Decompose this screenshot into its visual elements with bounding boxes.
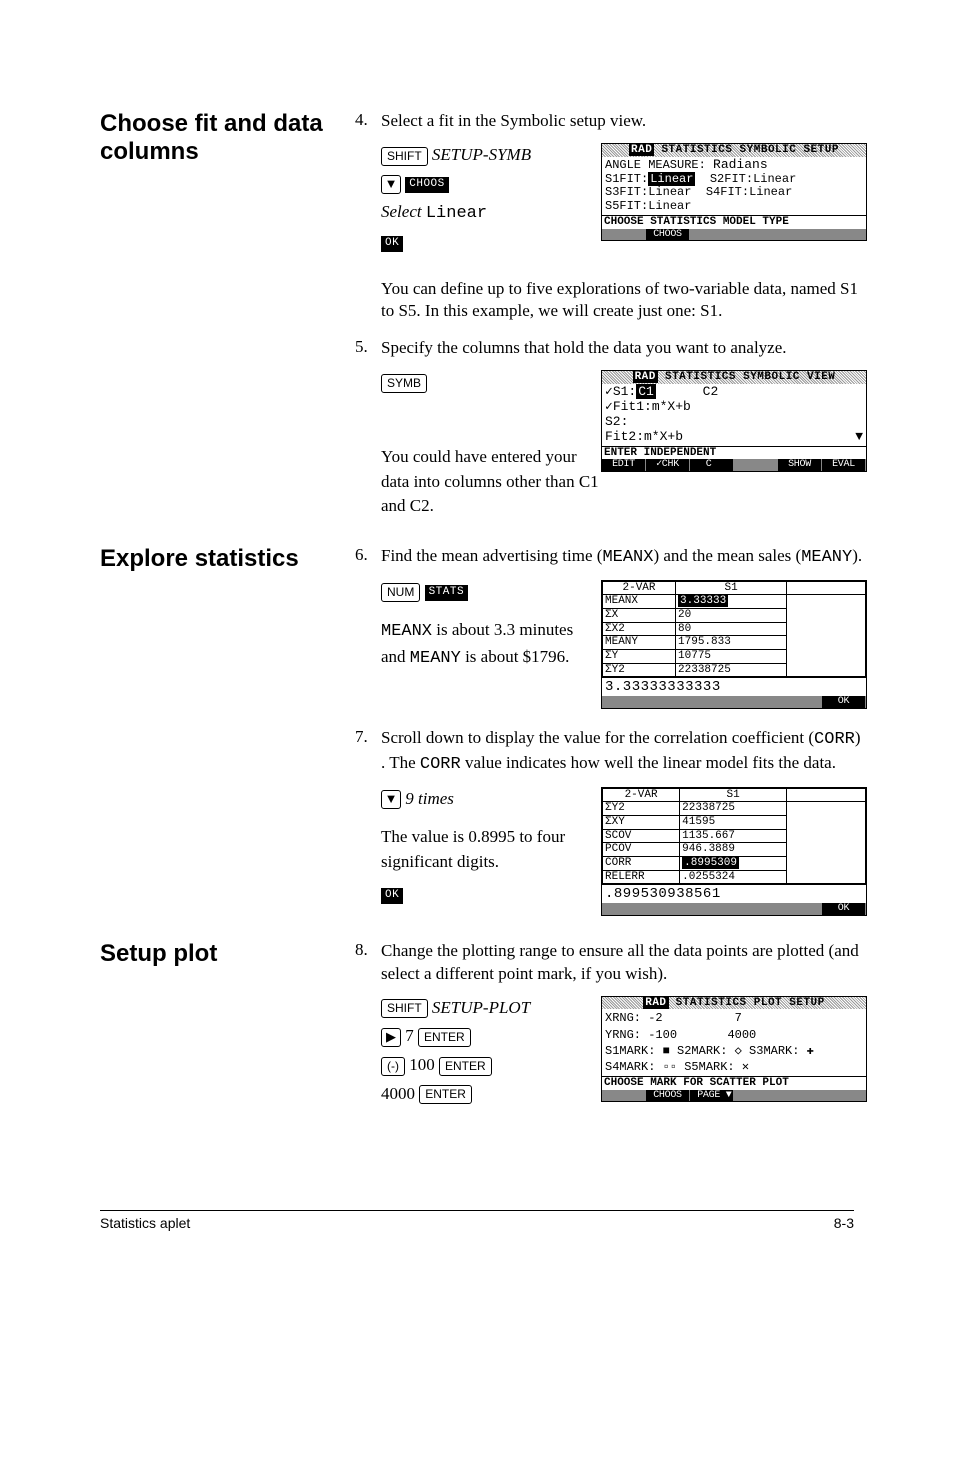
key-enter: ENTER <box>419 1085 472 1104</box>
key-neg: (-) <box>381 1057 405 1076</box>
cmd-setup-symb: SETUP-SYMB <box>432 145 531 164</box>
section-heading-setup: Setup plot <box>100 940 345 968</box>
digit-100: 100 <box>409 1055 435 1074</box>
screen-symbolic-view: RAD STATISTICS SYMBOLIC VIEW ✓S1:C1 C2 ✓… <box>601 370 867 472</box>
step-paragraph: The value is 0.8995 to four significant … <box>381 825 601 874</box>
select-label: Select <box>381 202 422 221</box>
softkey-choos: CHOOS <box>405 177 449 193</box>
key-shift: SHIFT <box>381 147 428 166</box>
screen-stats-1: 2-VARS1 MEANX3.33333 ΣX20 ΣX280 MEANY179… <box>601 580 867 709</box>
softkey-stats: STATS <box>425 585 469 601</box>
step-text: Scroll down to display the value for the… <box>381 727 867 777</box>
step-number: 8. <box>355 940 381 960</box>
key-num: NUM <box>381 583 420 602</box>
step-number: 7. <box>355 727 381 747</box>
footer-left: Statistics aplet <box>100 1215 190 1231</box>
key-enter: ENTER <box>418 1028 471 1047</box>
right-arrow-icon: ▶ <box>381 1028 401 1047</box>
screen-stats-2: 2-VARS1 ΣY222338725 ΣXY41595 SCOV1135.66… <box>601 787 867 916</box>
digit-7: 7 <box>405 1026 414 1045</box>
down-arrow-icon: ▼ <box>381 175 401 194</box>
down-arrow-icon: ▼ <box>381 790 401 809</box>
screen-plot-setup: RAD STATISTICS PLOT SETUP XRNG: -2 7 YRN… <box>601 996 867 1103</box>
step-number: 4. <box>355 110 381 130</box>
key-symb: SYMB <box>381 374 427 393</box>
softkey-ok: OK <box>381 236 403 252</box>
step-number: 6. <box>355 545 381 565</box>
softkey-ok: OK <box>381 888 403 904</box>
screen-symbolic-setup: RAD STATISTICS SYMBOLIC SETUP ANGLE MEAS… <box>601 143 867 241</box>
step-text: Specify the columns that hold the data y… <box>381 337 867 360</box>
step-text: Change the plotting range to ensure all … <box>381 940 867 986</box>
step-paragraph: You can define up to five explorations o… <box>381 278 867 324</box>
footer-right: 8-3 <box>834 1215 854 1231</box>
step-paragraph: MEANX is about 3.3 minutes and MEANY is … <box>381 618 601 671</box>
linear-label: Linear <box>426 204 487 223</box>
step-text: Select a fit in the Symbolic setup view. <box>381 110 867 133</box>
nine-times-label: 9 times <box>405 789 454 808</box>
section-heading-fit: Choose fit and data columns <box>100 110 345 165</box>
step-paragraph: You could have entered your data into co… <box>381 445 601 519</box>
step-number: 5. <box>355 337 381 357</box>
section-heading-explore: Explore statistics <box>100 545 345 573</box>
key-shift: SHIFT <box>381 999 428 1018</box>
cmd-setup-plot: SETUP-PLOT <box>432 998 530 1017</box>
step-text: Find the mean advertising time (MEANX) a… <box>381 545 867 570</box>
digit-4000: 4000 <box>381 1084 415 1103</box>
key-enter: ENTER <box>439 1057 492 1076</box>
